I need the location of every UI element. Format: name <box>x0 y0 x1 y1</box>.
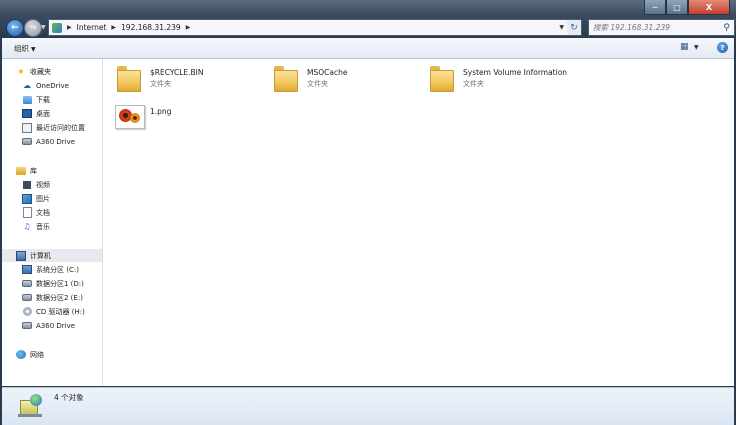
cd-drive-icon <box>22 307 32 317</box>
sidebar-item-label: 文档 <box>36 208 50 217</box>
sidebar-item-label: 图片 <box>36 194 50 203</box>
folder-icon <box>272 64 300 92</box>
music-note-icon: ♫ <box>23 222 31 231</box>
help-button[interactable]: ? <box>717 42 728 53</box>
network-icon <box>16 350 26 360</box>
sidebar-item-label: 数据分区1 (D:) <box>36 279 84 288</box>
drive-icon <box>22 321 32 331</box>
breadcrumb-host[interactable]: 192.168.31.239 <box>121 23 181 32</box>
window-controls: ─ □ X <box>644 0 730 15</box>
image-thumbnail-icon <box>115 105 145 129</box>
recent-places-icon <box>22 122 32 133</box>
sidebar-item-label: 库 <box>30 166 37 175</box>
refresh-icon: ↻ <box>570 22 578 33</box>
sidebar-header-libraries[interactable]: 库 <box>16 164 116 177</box>
item-count: 4 个对象 <box>54 393 84 402</box>
forward-button[interactable]: → <box>24 19 42 37</box>
sidebar-item-label: 计算机 <box>30 251 51 260</box>
file-type: 文件夹 <box>463 80 484 88</box>
file-type: 文件夹 <box>150 80 171 88</box>
sidebar-item-label: 视频 <box>36 180 50 189</box>
arrow-left-icon: ← <box>11 23 19 33</box>
folder-icon <box>115 64 143 92</box>
close-button[interactable]: X <box>688 0 730 15</box>
file-name: 1.png <box>150 107 172 116</box>
minimize-button[interactable]: ─ <box>644 0 666 15</box>
sidebar-item-label: OneDrive <box>36 81 69 90</box>
breadcrumb-internet[interactable]: Internet <box>77 23 107 32</box>
file-name: System Volume Information <box>463 68 568 77</box>
navigation-pane: ★ 收藏夹 ☁ OneDrive 下载 桌面 最近访问的位置 A360 Driv… <box>2 59 103 386</box>
library-icon <box>16 166 26 176</box>
document-icon <box>22 207 32 218</box>
file-name: $RECYCLE.BIN <box>150 68 204 77</box>
sidebar-item-label: A360 Drive <box>36 321 76 330</box>
recent-pages-dropdown[interactable]: ▼ <box>41 24 46 31</box>
sidebar-item-label: 数据分区2 (E:) <box>36 293 83 302</box>
maximize-button[interactable]: □ <box>666 0 688 15</box>
sidebar-item-label: CD 驱动器 (H:) <box>36 307 85 316</box>
sidebar-item-label: 网络 <box>30 350 44 359</box>
search-input[interactable] <box>593 23 713 32</box>
sidebar-header-network[interactable]: 网络 <box>16 348 116 361</box>
network-location-icon <box>52 22 62 33</box>
sidebar-item-label: 音乐 <box>36 222 50 231</box>
arrow-right-icon: → <box>29 23 37 33</box>
sidebar-item-label: 桌面 <box>36 109 50 118</box>
file-name: MSOCache <box>307 68 348 77</box>
chevron-right-icon[interactable]: ▶ <box>111 24 116 31</box>
picture-icon <box>22 193 32 204</box>
video-icon <box>22 180 32 190</box>
folder-item-msocache[interactable]: MSOCache 文件夹 <box>272 64 347 94</box>
sidebar-item-label: 系统分区 (C:) <box>36 265 79 274</box>
folder-item-recycle-bin[interactable]: $RECYCLE.BIN 文件夹 <box>115 64 204 94</box>
folder-icon <box>428 64 456 92</box>
desktop-icon <box>22 109 32 119</box>
refresh-button[interactable]: ↻ <box>567 19 582 36</box>
help-icon: ? <box>720 43 725 52</box>
chevron-down-icon[interactable]: ▼ <box>559 24 564 31</box>
network-computer-icon <box>18 392 44 418</box>
view-grid-icon: ▦ <box>680 42 689 52</box>
sidebar-item-label: 最近访问的位置 <box>36 123 85 132</box>
sidebar-item-label: A360 Drive <box>36 137 76 146</box>
chevron-right-icon[interactable]: ▶ <box>67 24 72 31</box>
organize-button[interactable]: 组织 ▼ <box>14 43 36 54</box>
change-view-button[interactable]: ▦ <box>680 42 689 52</box>
folder-item-system-volume-information[interactable]: System Volume Information 文件夹 <box>428 64 567 94</box>
title-bar: ─ □ X ← → ▼ ▶ Internet ▶ 192.168.31.239 … <box>0 0 736 38</box>
cloud-icon: ☁ <box>23 81 31 90</box>
chevron-down-icon: ▼ <box>31 46 36 53</box>
download-folder-icon <box>22 95 32 105</box>
search-icon[interactable]: ⚲ <box>723 23 730 33</box>
drive-icon <box>22 293 32 303</box>
search-box[interactable]: ⚲ <box>588 19 735 36</box>
drive-icon <box>22 137 32 147</box>
details-pane: 4 个对象 <box>2 387 734 425</box>
sidebar-item-label: 收藏夹 <box>30 67 51 76</box>
computer-icon <box>16 250 26 261</box>
sidebar-header-computer[interactable]: 计算机 <box>2 249 102 262</box>
file-item-png[interactable]: 1.png <box>115 103 171 133</box>
sidebar-header-favorites[interactable]: ★ 收藏夹 <box>16 65 116 78</box>
chevron-right-icon[interactable]: ▶ <box>186 24 191 31</box>
drive-icon <box>22 279 32 289</box>
command-bar: 组织 ▼ ▦ ▼ ? <box>2 38 734 59</box>
chevron-down-icon[interactable]: ▼ <box>694 44 699 51</box>
organize-label: 组织 <box>14 44 29 53</box>
back-button[interactable]: ← <box>6 19 24 37</box>
sidebar-item-label: 下载 <box>36 95 50 104</box>
file-list: $RECYCLE.BIN 文件夹 MSOCache 文件夹 System Vol… <box>103 59 734 386</box>
system-drive-icon <box>22 265 32 275</box>
star-icon: ★ <box>17 67 25 76</box>
address-bar[interactable]: ▶ Internet ▶ 192.168.31.239 ▶ ▼ <box>48 19 568 36</box>
file-type: 文件夹 <box>307 80 328 88</box>
